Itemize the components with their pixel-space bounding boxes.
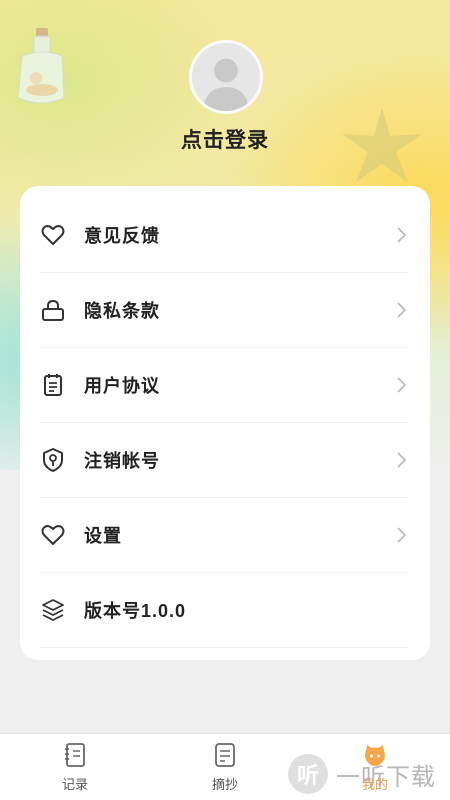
shield-key-icon [40, 447, 66, 473]
watermark-logo: 听 [288, 754, 328, 794]
tab-record[interactable]: 记录 [35, 742, 115, 798]
document-icon [215, 743, 235, 767]
notebook-icon [65, 743, 85, 767]
menu-card: 意见反馈 隐私条款 用户协议 注销帐号 设置 版本号1.0.0 [20, 186, 430, 660]
tab-label: 摘抄 [211, 777, 238, 792]
tab-excerpt[interactable]: 摘抄 [185, 742, 265, 798]
heart-icon [40, 222, 66, 248]
watermark: 听 一听下载 [288, 752, 450, 796]
menu-item-user-agreement[interactable]: 用户协议 [40, 348, 408, 423]
menu-item-feedback[interactable]: 意见反馈 [40, 198, 408, 273]
menu-item-version: 版本号1.0.0 [40, 573, 408, 648]
menu-item-privacy[interactable]: 隐私条款 [40, 273, 408, 348]
user-silhouette-icon [203, 58, 249, 111]
menu-item-label: 用户协议 [84, 376, 160, 396]
avatar[interactable] [189, 40, 263, 114]
version-label: 版本号1.0.0 [84, 601, 187, 621]
menu-item-label: 设置 [84, 526, 122, 546]
layers-icon [40, 597, 66, 623]
menu-item-label: 隐私条款 [84, 301, 160, 321]
watermark-text: 一听下载 [336, 763, 436, 791]
chevron-right-icon [397, 302, 407, 318]
heart-icon [40, 522, 66, 548]
tab-label: 记录 [61, 777, 88, 792]
chevron-right-icon [397, 377, 407, 393]
chevron-right-icon [397, 527, 407, 543]
lock-icon [40, 297, 66, 323]
login-prompt[interactable]: 点击登录 [0, 124, 450, 154]
menu-item-settings[interactable]: 设置 [40, 498, 408, 573]
bottle-decoration [17, 28, 65, 104]
menu-item-delete-account[interactable]: 注销帐号 [40, 423, 408, 498]
menu-item-label: 意见反馈 [84, 226, 160, 246]
chevron-right-icon [397, 452, 407, 468]
chevron-right-icon [397, 227, 407, 243]
menu-item-label: 注销帐号 [84, 451, 160, 471]
clipboard-icon [40, 372, 66, 398]
